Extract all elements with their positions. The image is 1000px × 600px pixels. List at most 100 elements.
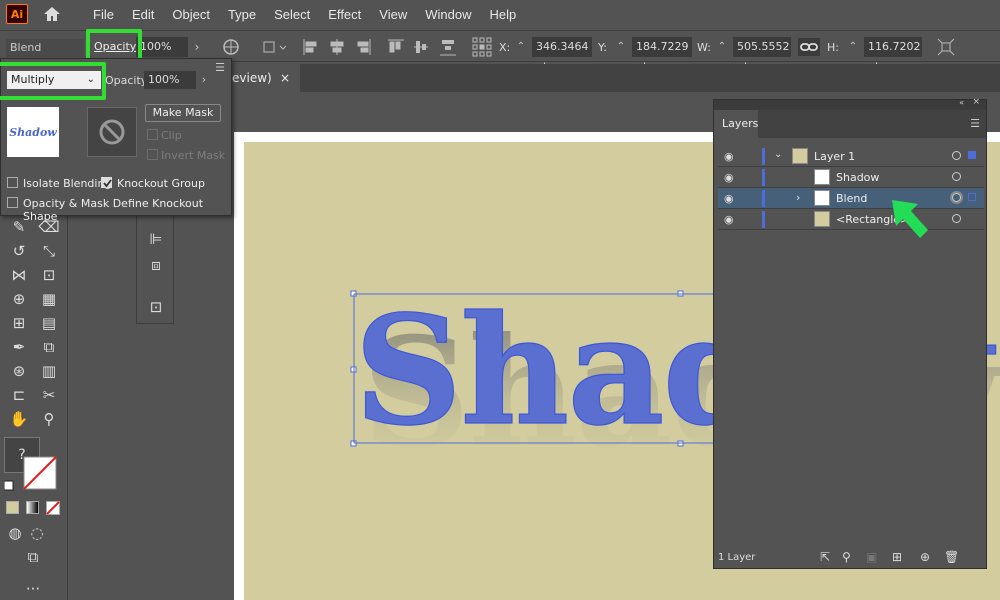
mask-thumbnail[interactable] bbox=[87, 107, 137, 157]
free-transform-icon[interactable]: ⊡ bbox=[38, 265, 60, 285]
home-icon[interactable] bbox=[42, 4, 62, 24]
layer-row-layer1[interactable]: ◉ ⌄ Layer 1 bbox=[718, 146, 984, 167]
clip-label: Clip bbox=[161, 129, 182, 142]
fill-stroke-icon[interactable] bbox=[4, 455, 58, 495]
menu-edit[interactable]: Edit bbox=[123, 7, 163, 22]
selection-square-icon[interactable] bbox=[968, 193, 976, 201]
x-stepper[interactable]: ⌃ bbox=[514, 37, 528, 57]
width-tool-icon[interactable]: ⋈ bbox=[8, 265, 30, 285]
more-tools-icon[interactable]: ··· bbox=[22, 579, 44, 599]
selection-square-icon[interactable] bbox=[968, 151, 976, 159]
y-field[interactable]: 184.7229 pt bbox=[632, 37, 692, 73]
locate-object-icon[interactable]: ⚲ bbox=[842, 550, 851, 564]
eye-icon[interactable]: ◉ bbox=[724, 171, 734, 184]
eyedropper-icon[interactable]: ✒ bbox=[8, 337, 30, 357]
transform-each-icon[interactable] bbox=[937, 38, 955, 56]
layer-row-rectangle[interactable]: ◉ <Rectangle> bbox=[718, 209, 984, 230]
isolate-blending-checkbox[interactable] bbox=[7, 177, 18, 188]
document-tab[interactable]: eview) × bbox=[232, 64, 300, 92]
menu-view[interactable]: View bbox=[370, 7, 416, 22]
x-field[interactable]: 346.3464 pt bbox=[532, 37, 592, 73]
transform-panel-icon[interactable]: ⊡ bbox=[145, 297, 167, 317]
eye-icon[interactable]: ◉ bbox=[724, 213, 734, 226]
menu-object[interactable]: Object bbox=[163, 7, 219, 22]
gradient-tool-icon[interactable]: ▤ bbox=[38, 313, 60, 333]
layer-row-shadow[interactable]: ◉ Shadow bbox=[718, 167, 984, 188]
invert-mask-checkbox[interactable] bbox=[147, 149, 158, 160]
w-stepper[interactable]: ⌃ bbox=[715, 37, 729, 57]
y-stepper[interactable]: ⌃ bbox=[614, 37, 628, 57]
opacity-field[interactable]: 100% bbox=[136, 37, 188, 57]
draw-behind-icon[interactable]: ◌ bbox=[26, 523, 48, 543]
menu-effect[interactable]: Effect bbox=[319, 7, 370, 22]
menu-items: File Edit Object Type Select Effect View… bbox=[84, 7, 525, 22]
new-layer-icon[interactable]: ⊕ bbox=[920, 550, 930, 564]
blend-tool-icon[interactable]: ⧉ bbox=[38, 337, 60, 357]
gradient-swatch-icon[interactable] bbox=[26, 501, 39, 514]
transform-icon[interactable] bbox=[262, 39, 288, 55]
collapse-icon[interactable]: « bbox=[959, 98, 964, 107]
shape-builder-icon[interactable]: ⊕ bbox=[8, 289, 30, 309]
h-field[interactable]: 116.7202 pt bbox=[864, 37, 922, 73]
menu-file[interactable]: File bbox=[84, 7, 123, 22]
zoom-tool-icon[interactable]: ⚲ bbox=[38, 409, 60, 429]
menu-help[interactable]: Help bbox=[480, 7, 525, 22]
export-icon[interactable]: ⇱ bbox=[820, 550, 830, 564]
knockout-group-checkbox[interactable] bbox=[101, 177, 112, 188]
new-sublayer-icon[interactable]: ⊞ bbox=[892, 550, 902, 564]
layer-row-blend[interactable]: ◉ › Blend bbox=[718, 188, 984, 209]
w-field[interactable]: 505.5552 pt bbox=[733, 37, 791, 73]
mesh-tool-icon[interactable]: ⊞ bbox=[8, 313, 30, 333]
none-swatch-icon[interactable] bbox=[46, 501, 60, 515]
menu-bar: Ai File Edit Object Type Select Effect V… bbox=[0, 0, 1000, 28]
eye-icon[interactable]: ◉ bbox=[724, 192, 734, 205]
object-thumbnail[interactable]: Shadow bbox=[7, 107, 59, 157]
hand-tool-icon[interactable]: ✋ bbox=[8, 409, 30, 429]
h-stepper[interactable]: ⌃ bbox=[846, 37, 860, 57]
clip-checkbox[interactable] bbox=[147, 129, 158, 140]
target-icon[interactable] bbox=[952, 172, 961, 181]
menu-select[interactable]: Select bbox=[265, 7, 319, 22]
screen-mode-icon[interactable]: ⧉ bbox=[22, 547, 44, 567]
scale-tool-icon[interactable]: ⤡ bbox=[38, 241, 60, 261]
make-mask-button[interactable]: Make Mask bbox=[145, 104, 221, 122]
align-panel-icon[interactable]: ⊫ bbox=[145, 229, 167, 249]
menu-type[interactable]: Type bbox=[219, 7, 265, 22]
rotate-tool-icon[interactable]: ↺ bbox=[8, 241, 30, 261]
align-icons[interactable] bbox=[302, 38, 422, 56]
layer-name[interactable]: Shadow bbox=[836, 171, 879, 184]
constrain-proportions-icon[interactable] bbox=[798, 38, 820, 56]
menu-window[interactable]: Window bbox=[416, 7, 480, 22]
reference-point-icon[interactable] bbox=[472, 37, 492, 57]
color-swatch-icon[interactable] bbox=[6, 501, 19, 514]
draw-mode-icon[interactable]: ◍ bbox=[4, 523, 26, 543]
panel-opacity-field[interactable]: 100% bbox=[144, 71, 196, 89]
slice-tool-icon[interactable]: ✂ bbox=[38, 385, 60, 405]
distribute-icons[interactable] bbox=[414, 38, 474, 56]
layer-name[interactable]: Layer 1 bbox=[814, 150, 855, 163]
y-label: Y: bbox=[598, 41, 607, 54]
close-panel-icon[interactable]: × bbox=[972, 97, 980, 107]
target-icon[interactable] bbox=[952, 214, 961, 223]
target-icon[interactable] bbox=[952, 151, 961, 160]
panel-menu-icon[interactable]: ☰ bbox=[970, 117, 980, 130]
tab-layers[interactable]: Layers bbox=[714, 110, 758, 138]
graph-tool-icon[interactable]: ▥ bbox=[38, 361, 60, 381]
close-tab-icon[interactable]: × bbox=[280, 64, 290, 92]
recolor-icon[interactable] bbox=[222, 38, 240, 56]
trash-icon[interactable]: 🗑 bbox=[944, 550, 959, 564]
artboard-tool-icon[interactable]: ⊏ bbox=[8, 385, 30, 405]
opacity-mask-knockout-checkbox[interactable] bbox=[7, 197, 18, 208]
eye-icon[interactable]: ◉ bbox=[724, 150, 734, 163]
pathfinder-icon[interactable]: ⧈ bbox=[145, 255, 167, 275]
target-icon[interactable] bbox=[952, 193, 961, 202]
chevron-right-icon[interactable]: › bbox=[188, 37, 206, 57]
perspective-grid-icon[interactable]: ▦ bbox=[38, 289, 60, 309]
opacity-slider-chevron-icon[interactable]: › bbox=[197, 71, 211, 89]
panel-menu-icon[interactable]: ☰ bbox=[215, 61, 225, 74]
layer-name[interactable]: Blend bbox=[836, 192, 867, 205]
chevron-right-icon[interactable]: › bbox=[796, 191, 800, 204]
chevron-down-icon[interactable]: ⌄ bbox=[774, 149, 782, 160]
clipping-mask-icon[interactable]: ▣ bbox=[866, 550, 877, 564]
symbol-sprayer-icon[interactable]: ⊛ bbox=[8, 361, 30, 381]
